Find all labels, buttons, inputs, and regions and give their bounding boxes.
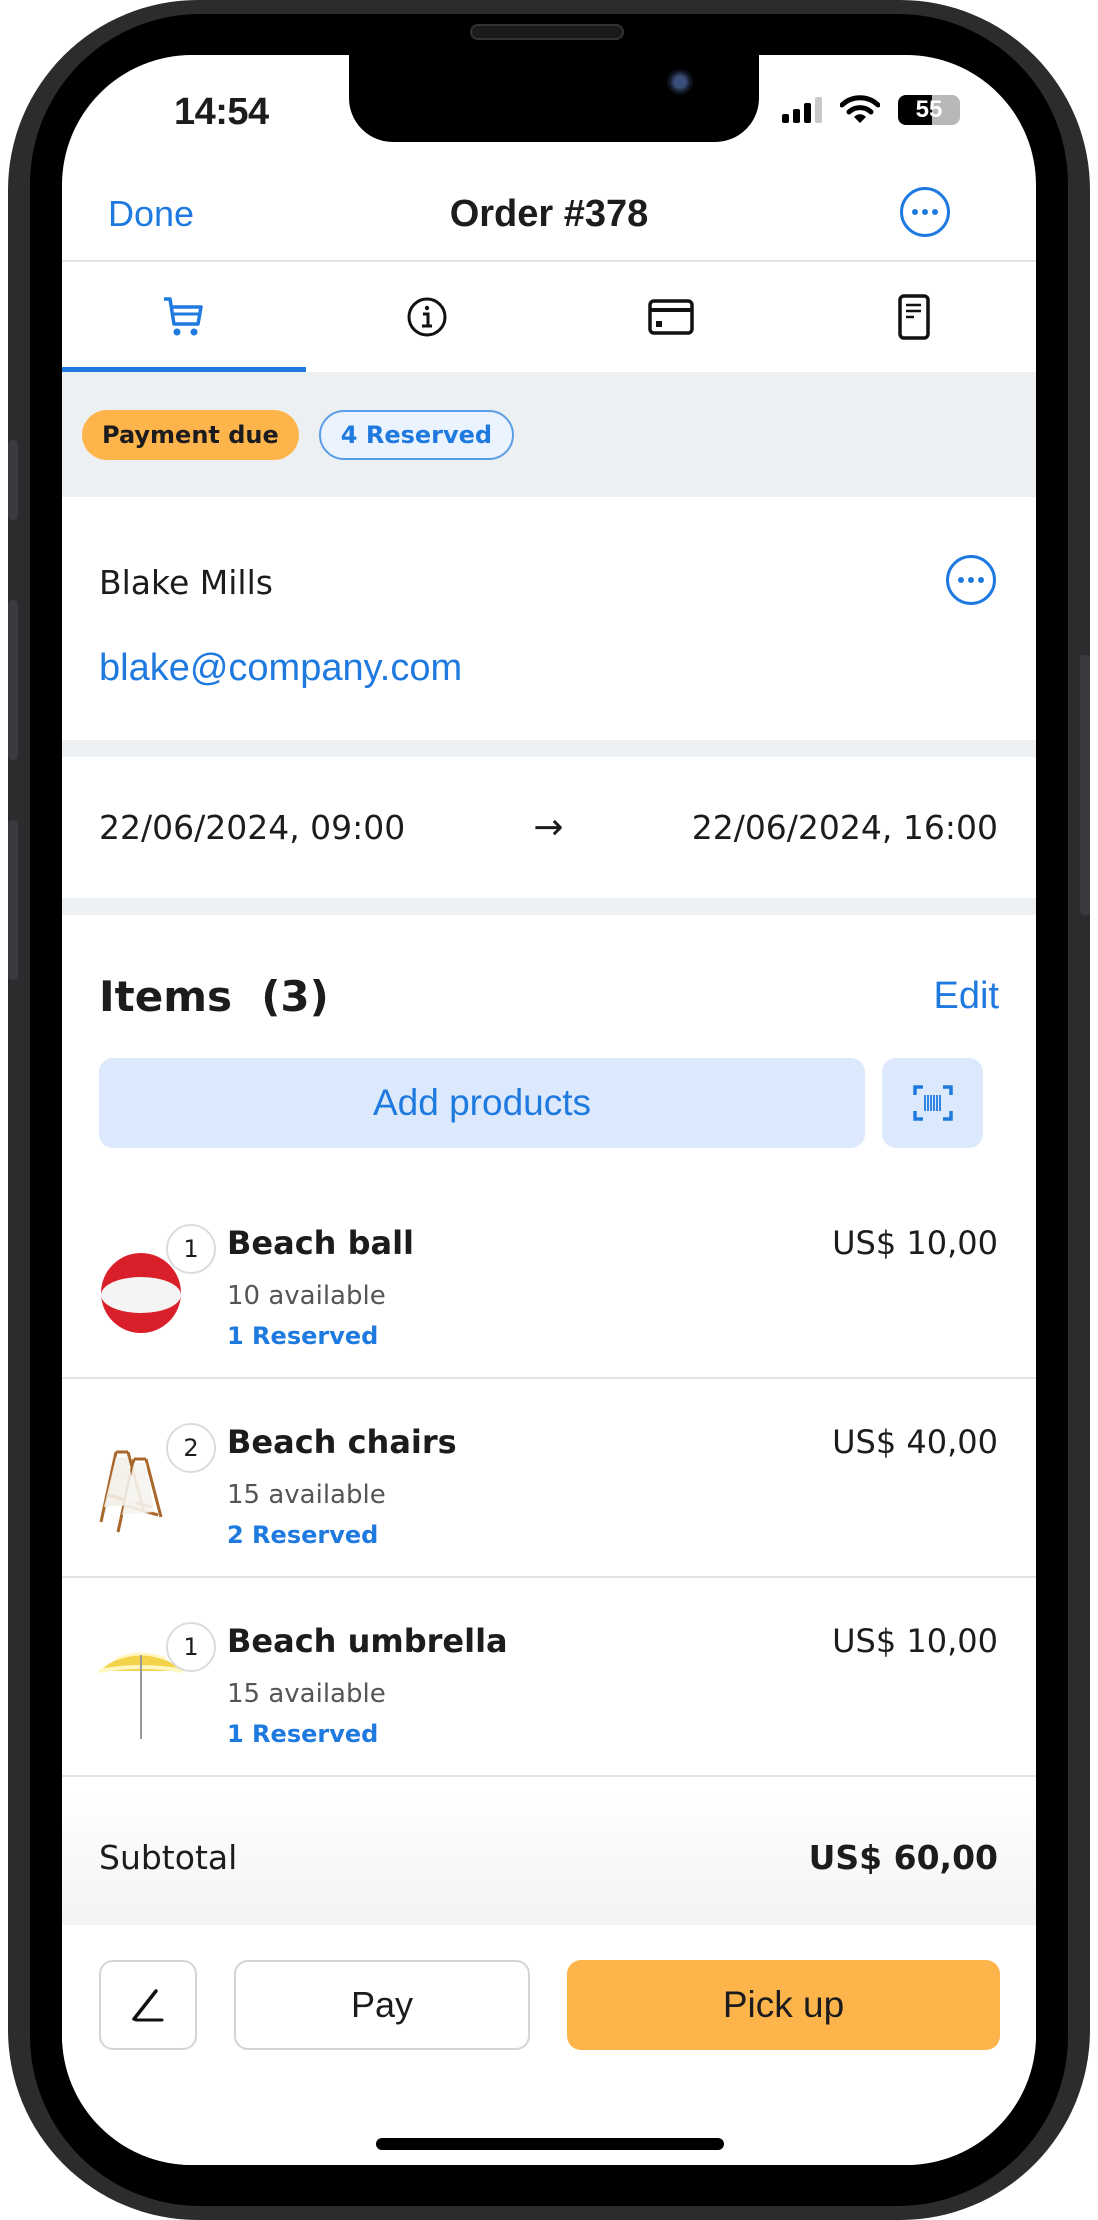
customer-more-button[interactable] xyxy=(946,555,996,605)
add-products-button[interactable]: Add products xyxy=(99,1058,865,1148)
pay-button[interactable]: Pay xyxy=(234,1960,530,2050)
end-date: 22/06/2024, 16:00 xyxy=(691,808,998,847)
item-name: Beach ball xyxy=(227,1224,415,1262)
action-bar: Pay Pick up xyxy=(62,1925,1036,2165)
battery-level: 55 xyxy=(915,96,943,123)
item-availability: 15 available xyxy=(227,1679,386,1709)
battery-icon: 55 xyxy=(898,95,960,125)
cellular-signal-icon xyxy=(782,97,822,123)
edit-items-button[interactable]: Edit xyxy=(934,975,999,1018)
item-price: US$ 40,00 xyxy=(832,1423,998,1461)
volume-up-button xyxy=(8,600,18,760)
customer-name: Blake Mills xyxy=(99,563,273,602)
subtotal-label: Subtotal xyxy=(99,1838,238,1877)
scan-barcode-button[interactable] xyxy=(882,1058,983,1148)
receipt-icon xyxy=(898,294,930,340)
tab-info[interactable] xyxy=(306,262,550,372)
pencil-icon xyxy=(132,1989,164,2022)
credit-card-icon xyxy=(648,299,694,335)
page-title: Order #378 xyxy=(449,193,649,235)
item-price: US$ 10,00 xyxy=(832,1224,998,1262)
item-quantity: 1 xyxy=(166,1224,216,1274)
payment-due-badge: Payment due xyxy=(82,409,299,460)
customer-email-link[interactable]: blake@company.com xyxy=(99,647,462,690)
order-item-row[interactable]: 1 Beach ball 10 available 1 Reserved US$… xyxy=(62,1180,1036,1379)
items-title: Items (3) xyxy=(99,972,329,1021)
volume-down-button xyxy=(8,820,18,980)
item-price: US$ 10,00 xyxy=(832,1622,998,1660)
barcode-scan-icon xyxy=(912,1085,953,1121)
item-reserved: 1 Reserved xyxy=(227,1322,379,1350)
item-quantity: 2 xyxy=(166,1423,216,1473)
speaker xyxy=(470,24,624,40)
items-header: Items (3) Edit xyxy=(99,972,999,1021)
status-icons: 55 xyxy=(782,95,960,125)
edit-order-button[interactable] xyxy=(99,1960,197,2050)
navigation-bar: Done Order #378 xyxy=(62,175,1036,262)
start-date: 22/06/2024, 09:00 xyxy=(99,808,406,847)
power-button xyxy=(1080,655,1090,915)
tab-cart[interactable] xyxy=(62,262,306,372)
subtotal-value: US$ 60,00 xyxy=(808,1838,998,1877)
wifi-icon xyxy=(840,95,880,123)
order-item-row[interactable]: 1 Beach umbrella 15 available 1 Reserved… xyxy=(62,1578,1036,1777)
rental-period[interactable]: 22/06/2024, 09:00 → 22/06/2024, 16:00 xyxy=(62,757,1036,898)
section-divider xyxy=(62,740,1036,757)
status-time: 14:54 xyxy=(174,91,269,133)
section-divider xyxy=(62,898,1036,915)
ellipsis-icon xyxy=(912,209,918,215)
more-options-button[interactable] xyxy=(900,187,950,237)
item-reserved: 1 Reserved xyxy=(227,1720,379,1748)
item-reserved: 2 Reserved xyxy=(227,1521,379,1549)
screen: 14:54 55 Done Order #378 Payment due 4 R… xyxy=(62,55,1036,2165)
item-name: Beach chairs xyxy=(227,1423,457,1461)
item-availability: 10 available xyxy=(227,1281,386,1311)
item-availability: 15 available xyxy=(227,1480,386,1510)
dynamic-island xyxy=(349,55,759,142)
cart-icon xyxy=(163,297,203,336)
customer-section: Blake Mills blake@company.com xyxy=(62,497,1036,740)
tab-payment[interactable] xyxy=(549,262,793,372)
subtotal-row: Subtotal US$ 60,00 xyxy=(62,1790,1036,1925)
order-item-row[interactable]: 2 Beach chairs 15 available 2 Reserved U… xyxy=(62,1379,1036,1578)
home-indicator[interactable] xyxy=(376,2138,724,2150)
item-name: Beach umbrella xyxy=(227,1622,508,1660)
pick-up-button[interactable]: Pick up xyxy=(567,1960,1000,2050)
reserved-badge[interactable]: 4 Reserved xyxy=(318,409,515,460)
info-icon xyxy=(407,297,447,337)
arrow-right-icon: → xyxy=(533,807,564,848)
status-badges: Payment due 4 Reserved xyxy=(62,372,1036,497)
tab-documents[interactable] xyxy=(793,262,1037,372)
item-quantity: 1 xyxy=(166,1622,216,1672)
camera-icon xyxy=(667,69,693,95)
mute-switch xyxy=(8,440,18,520)
ellipsis-icon xyxy=(958,577,964,583)
tab-bar xyxy=(62,262,1036,372)
